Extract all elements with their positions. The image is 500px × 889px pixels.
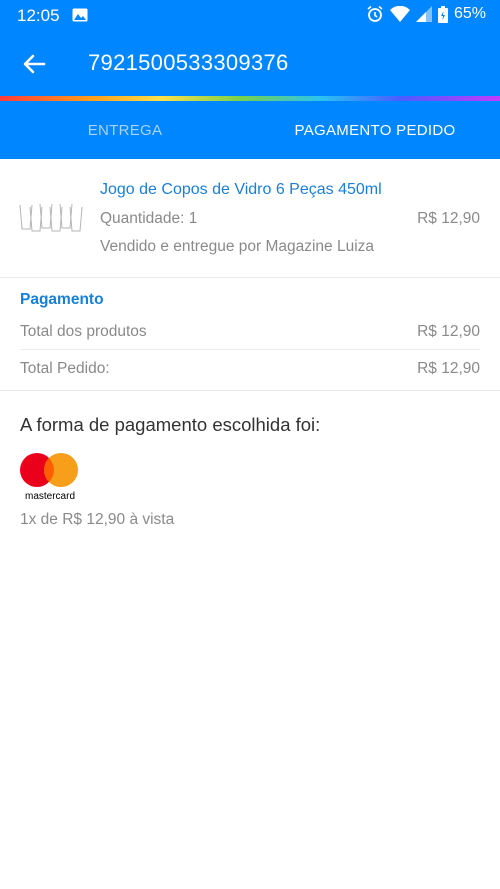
divider: [20, 349, 480, 350]
total-products-label: Total dos produtos: [20, 323, 147, 340]
total-order-label: Total Pedido:: [20, 360, 110, 377]
app-bar: 7921500533309376: [0, 32, 500, 96]
tab-pagamento-pedido[interactable]: PAGAMENTO PEDIDO: [250, 101, 500, 159]
signal-icon: [415, 6, 432, 22]
back-arrow-icon[interactable]: [20, 50, 48, 78]
mastercard-logo-icon: mastercard: [20, 453, 78, 502]
total-products-value: R$ 12,90: [417, 323, 480, 340]
payment-summary: Pagamento Total dos produtos R$ 12,90 To…: [0, 278, 500, 391]
mastercard-wordmark: mastercard: [25, 491, 75, 502]
tab-entrega[interactable]: ENTREGA: [0, 101, 250, 159]
order-number-title: 7921500533309376: [88, 50, 289, 75]
payment-method-label: A forma de pagamento escolhida foi:: [20, 414, 321, 435]
product-seller: Vendido e entregue por Magazine Luiza: [100, 238, 375, 255]
battery-icon: [437, 5, 448, 23]
status-time: 12:05: [17, 6, 60, 25]
gallery-icon: [72, 8, 88, 22]
product-price: R$ 12,90: [417, 210, 480, 227]
product-name[interactable]: Jogo de Copos de Vidro 6 Peças 450ml: [100, 181, 382, 199]
total-products-row: Total dos produtos R$ 12,90: [20, 323, 480, 341]
status-icons: 65%: [366, 5, 486, 23]
battery-level: 65%: [453, 5, 486, 22]
total-order-row: Total Pedido: R$ 12,90: [20, 360, 480, 378]
total-order-value: R$ 12,90: [417, 360, 480, 377]
alarm-icon: [367, 5, 383, 22]
status-bar: 12:05 65%: [0, 0, 500, 32]
tab-bar: ENTREGA PAGAMENTO PEDIDO: [0, 101, 500, 159]
product-quantity: Quantidade: 1: [100, 210, 198, 227]
product-item[interactable]: Jogo de Copos de Vidro 6 Peças 450ml Qua…: [0, 159, 500, 278]
installments-text: 1x de R$ 12,90 à vista: [20, 511, 175, 528]
payment-section-title: Pagamento: [20, 291, 104, 308]
product-thumbnail: [19, 203, 83, 232]
wifi-icon: [389, 6, 410, 22]
